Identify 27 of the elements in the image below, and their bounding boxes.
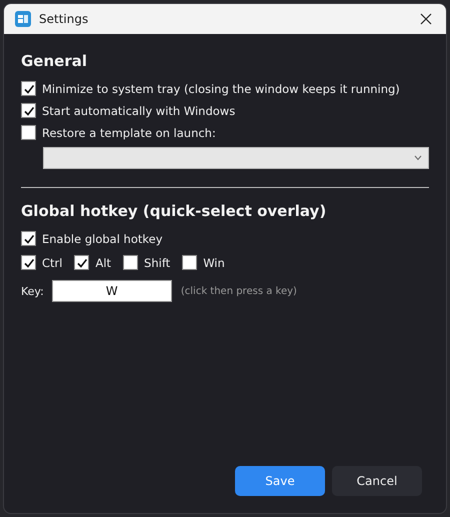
checkbox[interactable] xyxy=(21,103,36,118)
checkbox-label: Enable global hotkey xyxy=(42,232,163,246)
checkbox[interactable] xyxy=(123,255,138,270)
checkbox-label: Shift xyxy=(144,256,170,270)
window-title: Settings xyxy=(39,12,90,26)
checkbox-label: Alt xyxy=(95,256,112,270)
key-field[interactable]: W xyxy=(52,280,172,302)
checkbox[interactable] xyxy=(21,81,36,96)
key-hint: (click then press a key) xyxy=(180,286,297,296)
checkbox-label: Restore a template on launch: xyxy=(42,126,216,140)
checkbox[interactable] xyxy=(74,255,90,270)
checkbox-label: Start automatically with Windows xyxy=(42,104,236,118)
checkbox[interactable] xyxy=(21,125,36,140)
save-button[interactable]: Save xyxy=(235,466,325,496)
checkbox-label: Ctrl xyxy=(42,256,62,270)
chevron-down-icon xyxy=(414,155,422,161)
checkbox-label: Win xyxy=(203,256,225,270)
cancel-button[interactable]: Cancel xyxy=(332,466,422,496)
section-heading: Global hotkey (quick-select overlay) xyxy=(21,202,328,220)
checkbox[interactable] xyxy=(21,255,36,270)
app-icon xyxy=(15,11,31,27)
checkbox[interactable] xyxy=(21,231,36,246)
checkbox[interactable] xyxy=(182,255,198,270)
checkbox-label: Minimize to system tray (closing the window keeps it running) xyxy=(42,82,400,96)
close-icon[interactable] xyxy=(420,13,432,25)
section-heading: General xyxy=(21,52,88,70)
key-label: Key: xyxy=(21,284,44,298)
